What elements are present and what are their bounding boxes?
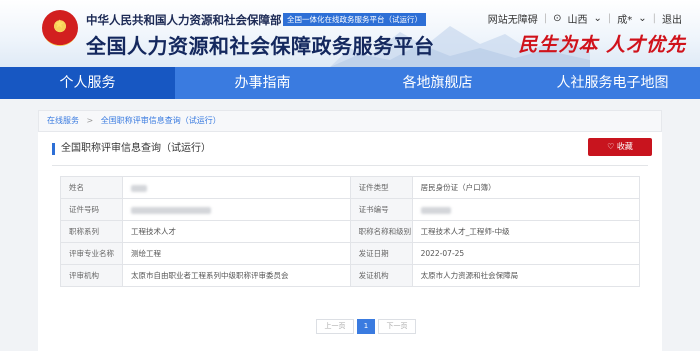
page-number-button[interactable]: 1: [357, 319, 375, 334]
breadcrumb-current[interactable]: 全国职称评审信息查询（试运行）: [101, 116, 221, 125]
accessibility-link[interactable]: 网站无障碍: [488, 11, 538, 26]
top-links: 网站无障碍 | ⊙ 山西 ⌄ | 成* ⌄ | 退出: [488, 11, 682, 26]
issue-date-value: 2022-07-25: [411, 242, 641, 265]
breadcrumb-separator: >: [86, 116, 94, 125]
issuing-agency-value: 太原市人力资源和社会保障局: [411, 264, 641, 287]
review-agency-label: 评审机构: [60, 264, 123, 287]
slogan: 民生为本 人才优先: [518, 34, 686, 56]
nav-item-guide[interactable]: 办事指南: [175, 67, 350, 99]
favorite-button[interactable]: ♡ 收藏: [588, 138, 652, 156]
nav-item-personal-services[interactable]: 个人服务: [0, 67, 175, 99]
nav-item-local-stores[interactable]: 各地旗舰店: [350, 67, 525, 99]
redacted-certificate-number: [420, 206, 451, 214]
breadcrumb-home[interactable]: 在线服务: [47, 116, 79, 125]
platform-title[interactable]: 全国人力资源和社会保障政务服务平台: [86, 30, 435, 59]
nav-item-service-map[interactable]: 人社服务电子地图: [525, 67, 700, 99]
table-row: 职称系列 工程技术人才 职称名称和级别 工程技术人才_工程师-中级: [60, 220, 641, 243]
table-row: 评审专业名称 测绘工程 发证日期 2022-07-25: [60, 242, 641, 265]
breadcrumb: 在线服务 > 全国职称评审信息查询（试运行）: [38, 110, 662, 132]
favorite-label: 收藏: [616, 142, 633, 151]
divider: |: [607, 13, 612, 24]
name-value: [121, 176, 351, 199]
id-number-value: [121, 198, 351, 221]
issue-date-label: 发证日期: [349, 242, 413, 265]
chevron-down-icon[interactable]: ⌄: [638, 13, 646, 24]
table-row: 评审机构 太原市自由职业者工程系列中级职称评审委员会 发证机构 太原市人力资源和…: [60, 264, 641, 287]
table-row: 姓名 证件类型 居民身份证（户口簿）: [60, 176, 641, 199]
review-major-value: 测绘工程: [121, 242, 351, 265]
prev-page-button[interactable]: 上一页: [316, 319, 354, 334]
title-series-value: 工程技术人才: [121, 220, 351, 243]
id-number-label: 证件号码: [60, 198, 123, 221]
certificate-number-label: 证书编号: [349, 198, 413, 221]
pagination: 上一页 1 下一页: [316, 319, 416, 334]
heart-icon: ♡: [607, 142, 615, 151]
id-type-label: 证件类型: [349, 176, 413, 199]
name-label: 姓名: [60, 176, 123, 199]
platform-tag: 全国一体化在线政务服务平台（试运行）: [283, 13, 426, 26]
site-header: ★ 中华人民共和国人力资源和社会保障部 全国一体化在线政务服务平台（试运行） 全…: [0, 0, 700, 67]
redacted-name: [130, 184, 147, 192]
review-agency-value: 太原市自由职业者工程系列中级职称评审委员会: [121, 264, 351, 287]
region-selector[interactable]: 山西: [567, 11, 587, 26]
query-result-card: 全国职称评审信息查询（试运行） ♡ 收藏 姓名 证件类型 居民身份证（户口簿） …: [38, 132, 662, 351]
id-type-value: 居民身份证（户口簿）: [411, 176, 641, 199]
page-title: 全国职称评审信息查询（试运行）: [52, 143, 211, 155]
national-emblem-logo: ★: [42, 10, 78, 46]
next-page-button[interactable]: 下一页: [378, 319, 416, 334]
main-nav: 个人服务 办事指南 各地旗舰店 人社服务电子地图: [0, 67, 700, 99]
title-info-table: 姓名 证件类型 居民身份证（户口簿） 证件号码 证书编号 职称系列 工程技术人才…: [60, 176, 641, 287]
user-name[interactable]: 成*: [617, 11, 632, 26]
divider: [52, 165, 648, 166]
location-icon: ⊙: [553, 13, 562, 24]
ministry-name: 中华人民共和国人力资源和社会保障部: [86, 13, 282, 27]
logout-link[interactable]: 退出: [662, 11, 682, 26]
review-major-label: 评审专业名称: [60, 242, 123, 265]
divider: |: [652, 13, 656, 24]
table-row: 证件号码 证书编号: [60, 198, 641, 221]
certificate-number-value: [411, 198, 641, 221]
redacted-id-number: [130, 206, 211, 214]
title-name-level-label: 职称名称和级别: [349, 220, 413, 243]
title-series-label: 职称系列: [60, 220, 123, 243]
title-name-level-value: 工程技术人才_工程师-中级: [411, 220, 641, 243]
divider: |: [543, 13, 548, 24]
chevron-down-icon[interactable]: ⌄: [593, 13, 601, 24]
issuing-agency-label: 发证机构: [349, 264, 413, 287]
